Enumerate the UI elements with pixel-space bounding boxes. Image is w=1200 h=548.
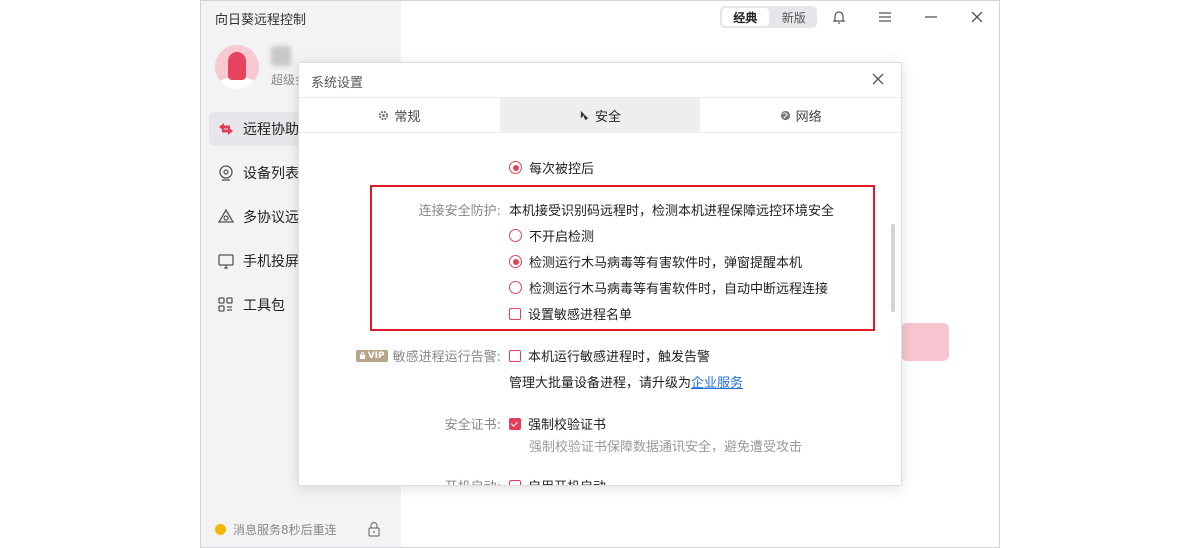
tab-security[interactable]: 安全 (499, 98, 701, 132)
checkbox-sensitive-process-list[interactable]: 设置敏感进程名单 (509, 304, 632, 323)
checkbox-indicator (509, 479, 521, 485)
primary-action-button[interactable] (901, 323, 949, 361)
checkbox-indicator (509, 417, 521, 430)
dialog-title: 系统设置 (311, 76, 364, 91)
toolbox-icon (217, 296, 235, 314)
option-label: 检测运行木马病毒等有害软件时，自动中断远程连接 (529, 282, 829, 297)
shield-icon (579, 110, 590, 121)
avatar[interactable] (215, 45, 259, 89)
option-label: 本机运行敏感进程时，触发告警 (528, 350, 711, 365)
checkbox-force-cert[interactable]: 强制校验证书 (509, 414, 606, 433)
vip-badge-text: VIP (367, 350, 385, 361)
bell-icon[interactable] (829, 7, 849, 27)
tab-label: 安全 (595, 109, 622, 125)
connection-protection-description: 本机接受识别码远程时，检测本机进程保障远控环境安全 (509, 204, 835, 219)
multi-protocol-icon (217, 208, 235, 226)
swap-arrows-icon (217, 120, 235, 138)
mode-new-button[interactable]: 新版 (771, 6, 818, 28)
radio-indicator (509, 281, 522, 294)
tab-network[interactable]: 网络 (700, 98, 901, 132)
option-label: 不开启检测 (529, 230, 595, 245)
radio-after-each-control[interactable]: 每次被控后 (509, 158, 594, 177)
checkbox-startup[interactable]: 启用开机启动 (509, 476, 606, 485)
radio-popup-alert[interactable]: 检测运行木马病毒等有害软件时，弹窗提醒本机 (509, 252, 802, 271)
sensitive-alert-label: 敏感进程运行告警: (392, 350, 501, 365)
sidebar-item-label: 远程协助 (243, 122, 299, 138)
close-icon[interactable] (869, 70, 887, 88)
settings-tabs: 常规 安全 网络 (299, 97, 901, 133)
status-text: 消息服务8秒后重连 (233, 523, 337, 537)
settings-dialog: 系统设置 常规 安全 网络 每次被控后 连接安全防护: 本机接受识别码远程时，检… (298, 62, 902, 486)
close-window-icon[interactable] (967, 7, 987, 27)
radio-auto-disconnect[interactable]: 检测运行木马病毒等有害软件时，自动中断远程连接 (509, 278, 828, 297)
option-label: 设置敏感进程名单 (528, 308, 633, 323)
screen-cast-icon (217, 252, 235, 270)
menu-icon[interactable] (875, 7, 895, 27)
radio-indicator (509, 161, 522, 174)
globe-icon (780, 110, 791, 121)
tab-general[interactable]: 常规 (299, 98, 500, 132)
enterprise-service-link[interactable]: 企业服务 (691, 372, 743, 391)
security-cert-label: 安全证书: (444, 418, 501, 433)
option-label: 检测运行木马病毒等有害软件时，弹窗提醒本机 (529, 256, 803, 271)
sidebar-item-label: 工具包 (243, 298, 285, 314)
startup-label: 开机启动: (359, 476, 511, 485)
tab-label: 网络 (795, 109, 822, 125)
username-blurred (271, 46, 291, 66)
security-cert-hint: 强制校验证书保障数据通讯安全，避免遭受攻击 (529, 440, 803, 455)
device-list-icon (217, 164, 235, 182)
upgrade-text: 管理大批量设备进程，请升级为 (509, 376, 692, 391)
connection-protection-label: 连接安全防护: (418, 204, 501, 219)
option-label: 启用开机启动 (528, 476, 606, 485)
sidebar-item-label: 手机投屏 (243, 254, 299, 270)
radio-indicator (509, 229, 522, 242)
radio-indicator (509, 255, 522, 268)
status-dot-icon (215, 524, 226, 535)
gear-icon (378, 110, 389, 121)
minimize-icon[interactable] (921, 7, 941, 27)
mode-classic-button[interactable]: 经典 (722, 8, 769, 26)
scrollbar[interactable] (891, 224, 895, 312)
upgrade-row: 管理大批量设备进程，请升级为 企业服务 (509, 372, 743, 391)
mode-toggle[interactable]: 经典 新版 (720, 6, 817, 28)
tab-label: 常规 (394, 109, 421, 125)
option-label: 每次被控后 (529, 162, 595, 177)
sensitive-alert-label-row: VIP 敏感进程运行告警: (319, 346, 511, 365)
vip-badge: VIP (355, 349, 388, 362)
checkbox-sensitive-alert[interactable]: 本机运行敏感进程时，触发告警 (509, 346, 710, 365)
app-title: 向日葵远程控制 (215, 13, 307, 28)
security-settings-content: 每次被控后 连接安全防护: 本机接受识别码远程时，检测本机进程保障远控环境安全 … (299, 134, 901, 485)
checkbox-indicator (509, 307, 521, 320)
connection-status: 消息服务8秒后重连 (215, 521, 337, 538)
radio-disable-detection[interactable]: 不开启检测 (509, 226, 594, 245)
option-label: 强制校验证书 (528, 418, 607, 433)
checkbox-indicator (509, 349, 521, 362)
sidebar-item-label: 设备列表 (243, 166, 299, 182)
lock-icon[interactable] (367, 521, 381, 541)
